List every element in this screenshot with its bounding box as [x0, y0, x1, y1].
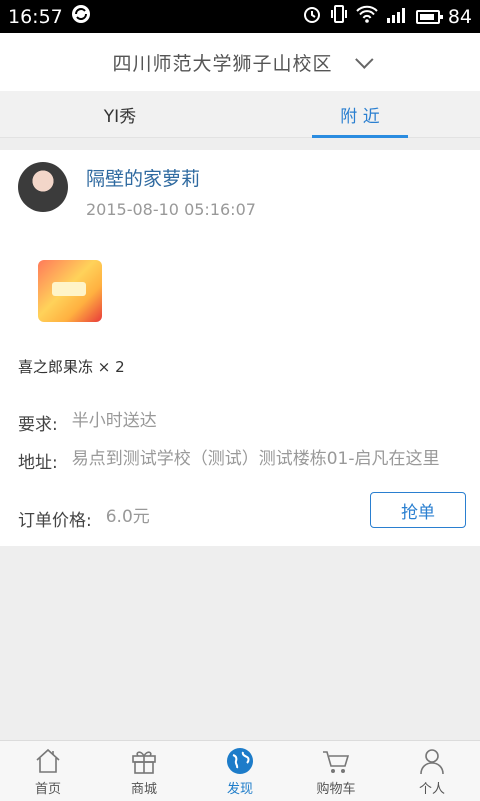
signal-icon	[386, 6, 408, 28]
vibrate-icon	[330, 4, 348, 29]
cart-icon	[323, 750, 350, 773]
nav-mall[interactable]: 商城	[96, 741, 192, 801]
nav-home[interactable]: 首页	[0, 741, 96, 801]
gift-icon	[132, 750, 156, 774]
bottom-nav: 首页 商城 发现 购物车 个人	[0, 740, 480, 801]
order-card[interactable]: 隔壁的家萝莉 2015-08-10 05:16:07 喜之郎果冻 × 2 要求:…	[0, 150, 480, 546]
nav-home-label: 首页	[34, 781, 61, 797]
nav-cart-label: 购物车	[316, 781, 356, 797]
battery-level: 84	[447, 5, 472, 28]
chevron-down-icon	[354, 49, 374, 69]
address-value: 易点到测试学校（测试）测试楼栋01-启凡在这里	[71, 449, 440, 469]
person-icon	[420, 748, 444, 774]
wifi-icon	[356, 5, 378, 28]
alarm-icon	[302, 4, 322, 29]
tab-bar: YI秀 附 近	[0, 91, 480, 138]
address-row: 地址: 易点到测试学校（测试）测试楼栋01-启凡在这里	[18, 448, 458, 473]
price-value: 6.0元	[105, 507, 150, 527]
product-name: 喜之郎果冻 × 2	[18, 358, 125, 376]
sync-icon	[71, 4, 91, 29]
product-image[interactable]	[38, 260, 102, 322]
requirement-row: 要求: 半小时送达	[18, 410, 157, 435]
campus-name: 四川师范大学狮子山校区	[112, 52, 333, 75]
clock: 16:57	[8, 5, 63, 28]
tab-nearby[interactable]: 附 近	[240, 91, 480, 138]
order-time: 2015-08-10 05:16:07	[86, 200, 256, 219]
user-name[interactable]: 隔壁的家萝莉	[86, 164, 200, 191]
price-label: 订单价格:	[18, 511, 92, 531]
campus-selector[interactable]: 四川师范大学狮子山校区	[0, 33, 480, 91]
nav-profile-label: 个人	[418, 781, 445, 797]
status-bar: 16:57 84	[0, 0, 480, 33]
nav-cart[interactable]: 购物车	[288, 741, 384, 801]
grab-order-button[interactable]: 抢单	[370, 492, 466, 528]
requirement-value: 半小时送达	[71, 411, 157, 431]
nav-discover-label: 发现	[226, 781, 253, 797]
nav-mall-label: 商城	[130, 781, 157, 797]
globe-icon	[227, 747, 253, 774]
requirement-label: 要求:	[18, 415, 58, 435]
tab-yixiu[interactable]: YI秀	[0, 91, 240, 137]
address-label: 地址:	[18, 453, 58, 473]
nav-profile[interactable]: 个人	[384, 741, 480, 801]
nav-discover[interactable]: 发现	[192, 741, 288, 801]
avatar[interactable]	[18, 162, 68, 212]
price-row: 订单价格: 6.0元	[18, 506, 150, 531]
home-icon	[36, 748, 60, 773]
battery-icon	[415, 9, 443, 24]
